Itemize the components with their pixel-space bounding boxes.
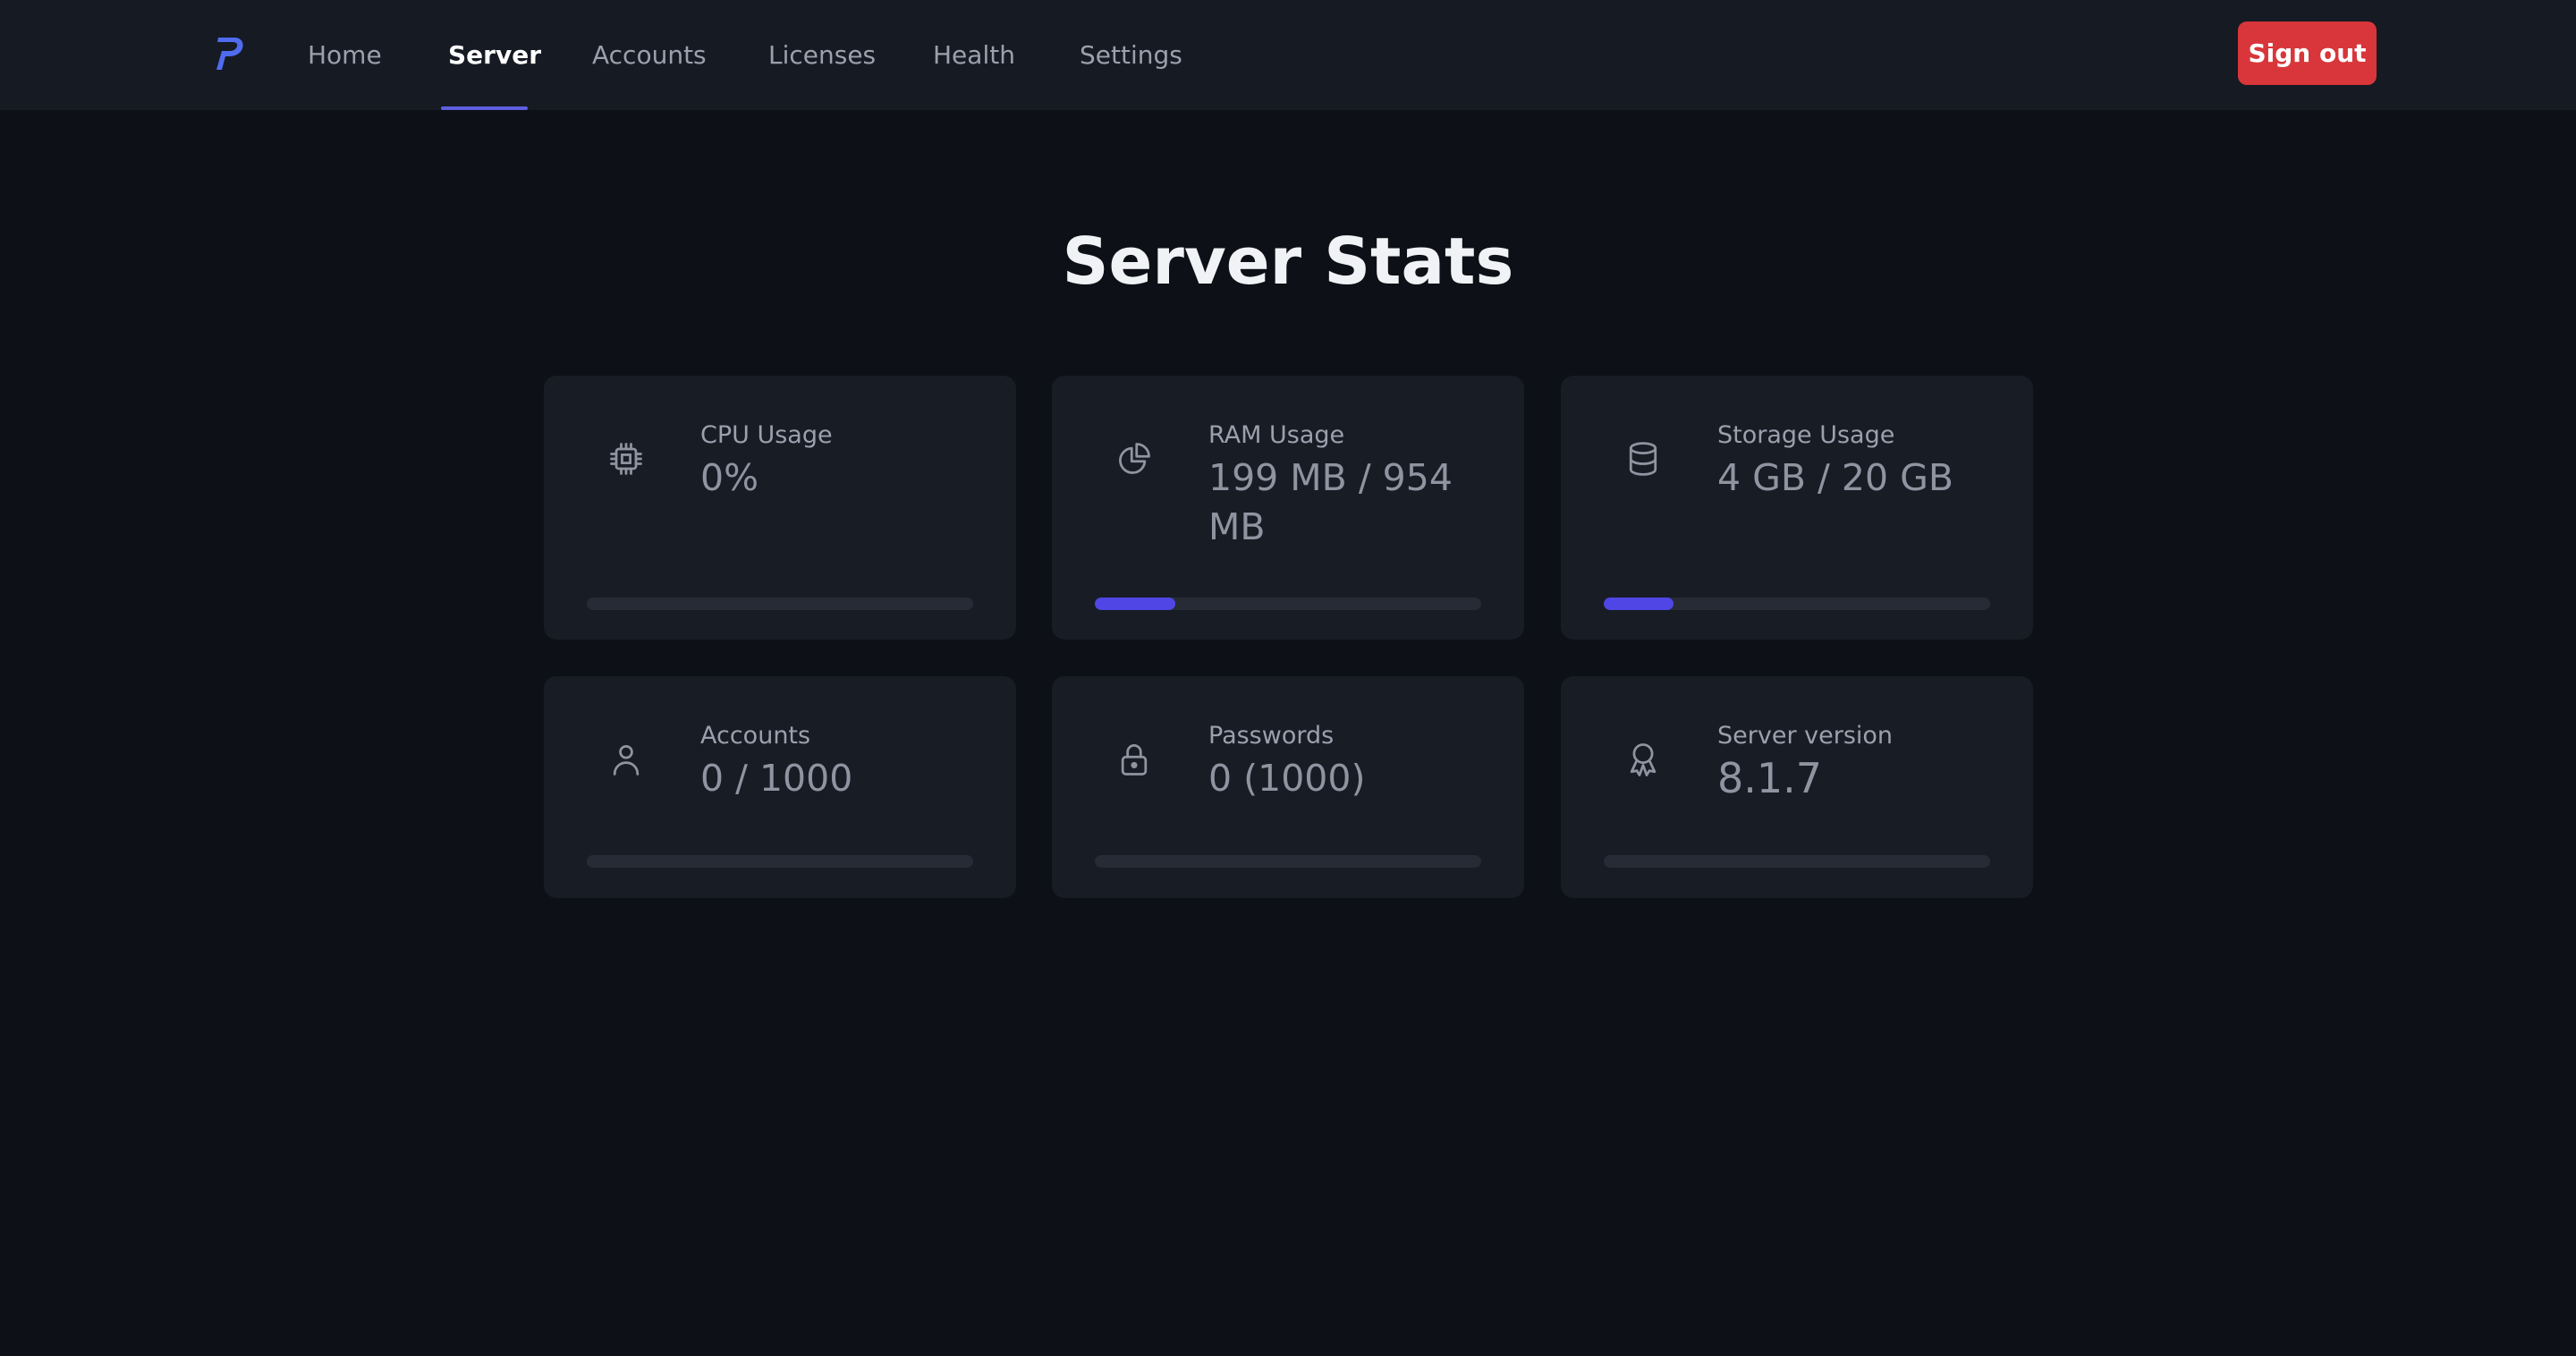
award-icon [1630,743,1657,776]
stat-value: 0 (1000) [1208,757,1366,800]
stat-card-server-version: Server version 8.1.7 [1561,676,2033,898]
progress-track [587,597,973,610]
nav-settings[interactable]: Settings [1080,0,1182,110]
nav-server[interactable]: Server [448,0,541,110]
stat-label: RAM Usage [1208,421,1345,449]
logo-icon[interactable] [213,34,245,73]
stat-card-passwords: Passwords 0 (1000) [1052,676,1524,898]
progress-track [587,855,973,868]
stat-value: 8.1.7 [1717,754,1823,802]
nav-licenses[interactable]: Licenses [768,0,876,110]
stat-value: 0% [700,456,759,499]
stat-value: 199 MB / 954 MB [1208,456,1453,548]
stat-value: 0 / 1000 [700,757,853,800]
cpu-icon [610,443,642,475]
stat-label: Server version [1717,722,1894,750]
progress-track [1604,855,1990,868]
progress-fill [1095,597,1176,610]
pie-chart-icon [1119,443,1150,474]
stat-label: Storage Usage [1717,421,1895,449]
sign-out-button[interactable]: Sign out [2238,21,2377,85]
stat-value: 4 GB / 20 GB [1717,456,1953,499]
lock-icon [1121,744,1148,775]
nav-accounts[interactable]: Accounts [592,0,707,110]
top-navbar: Home Server Accounts Licenses Health Set… [0,0,2576,110]
progress-fill [1604,597,1674,610]
database-icon [1629,442,1657,476]
stat-label: CPU Usage [700,421,833,449]
stat-card-accounts: Accounts 0 / 1000 [544,676,1016,898]
stat-label: Accounts [700,722,811,750]
stat-label: Passwords [1208,722,1335,750]
stat-card-cpu: CPU Usage 0% [544,376,1016,640]
page-title: Server Stats [1062,224,1514,299]
progress-track [1095,855,1481,868]
user-icon [613,744,640,775]
progress-track [1095,597,1481,610]
nav-health[interactable]: Health [933,0,1015,110]
nav-home[interactable]: Home [308,0,382,110]
active-tab-indicator [441,106,528,110]
stat-card-storage: Storage Usage 4 GB / 20 GB [1561,376,2033,640]
stat-card-ram: RAM Usage 199 MB / 954 MB [1052,376,1524,640]
progress-track [1604,597,1990,610]
